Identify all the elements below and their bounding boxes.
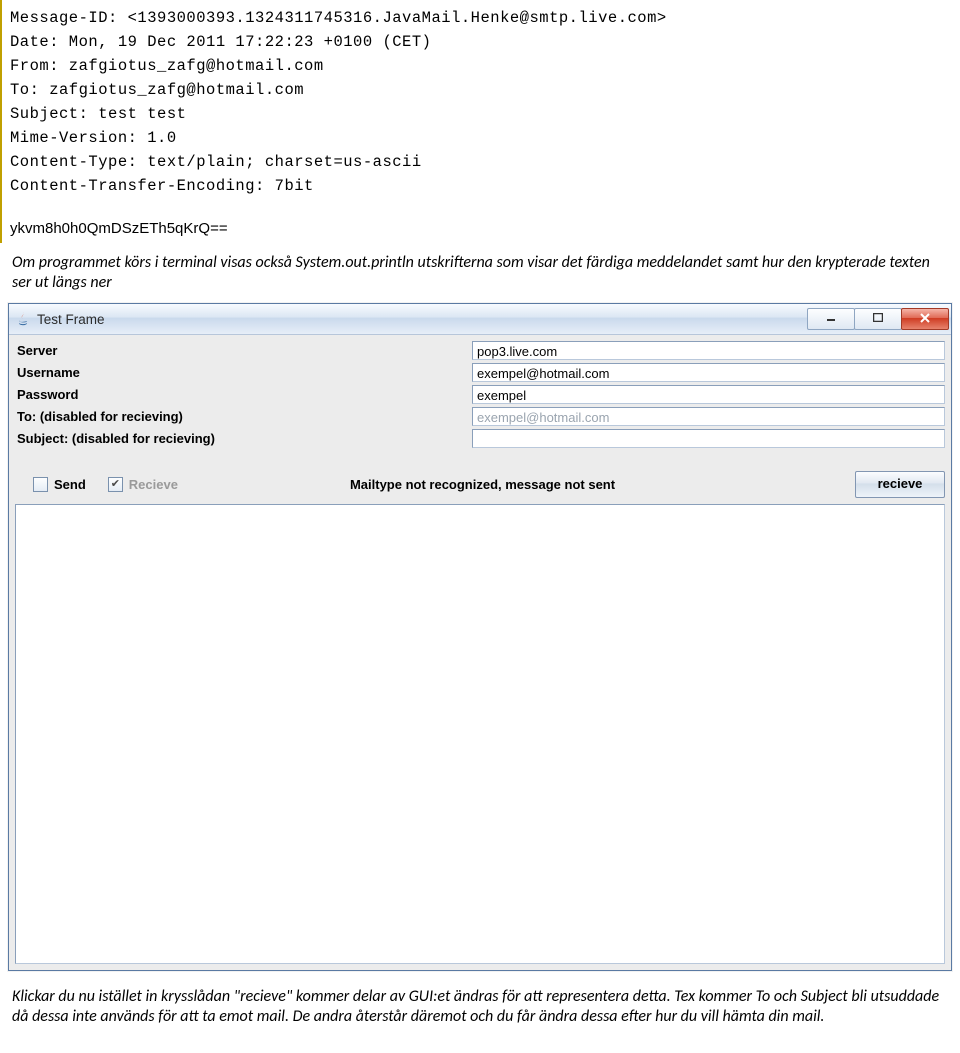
header-content-type: Content-Type: text/plain; charset=us-asc… — [10, 150, 952, 174]
send-checkbox[interactable] — [33, 477, 48, 492]
server-input[interactable]: pop3.live.com — [472, 341, 945, 360]
to-input: exempel@hotmail.com — [472, 407, 945, 426]
document-paragraph-1: Om programmet körs i terminal visas ocks… — [0, 243, 960, 293]
subject-input — [472, 429, 945, 448]
test-frame-window: Test Frame — [8, 303, 952, 971]
username-label: Username — [15, 365, 472, 380]
server-label: Server — [15, 343, 472, 358]
form-area: Server pop3.live.com Username exempel@ho… — [9, 335, 951, 449]
header-date: Date: Mon, 19 Dec 2011 17:22:23 +0100 (C… — [10, 30, 952, 54]
document-paragraph-2: Klickar du nu istället in krysslådan "re… — [0, 971, 960, 1035]
titlebar: Test Frame — [9, 304, 951, 335]
header-message-id: Message-ID: <1393000393.1324311745316.Ja… — [10, 6, 952, 30]
header-content-transfer-encoding: Content-Transfer-Encoding: 7bit — [10, 174, 952, 198]
recieve-checkbox-label: Recieve — [129, 477, 178, 492]
password-input[interactable]: exempel — [472, 385, 945, 404]
maximize-icon — [873, 313, 883, 325]
close-icon — [920, 312, 930, 326]
header-mime: Mime-Version: 1.0 — [10, 126, 952, 150]
window-close-button[interactable] — [901, 308, 949, 330]
status-message: Mailtype not recognized, message not sen… — [200, 477, 855, 492]
recieve-checkbox[interactable]: ✔ — [108, 477, 123, 492]
java-icon — [15, 311, 31, 327]
raw-email-headers: Message-ID: <1393000393.1324311745316.Ja… — [0, 0, 960, 220]
header-subject: Subject: test test — [10, 102, 952, 126]
subject-label: Subject: (disabled for recieving) — [15, 431, 472, 446]
to-label: To: (disabled for recieving) — [15, 409, 472, 424]
header-to: To: zafgiotus_zafg@hotmail.com — [10, 78, 952, 102]
header-from: From: zafgiotus_zafg@hotmail.com — [10, 54, 952, 78]
password-label: Password — [15, 387, 472, 402]
username-input[interactable]: exempel@hotmail.com — [472, 363, 945, 382]
controls-row: Send ✔ Recieve Mailtype not recognized, … — [9, 449, 951, 504]
window-title: Test Frame — [37, 312, 808, 327]
send-checkbox-label: Send — [54, 477, 86, 492]
encoded-line: ykvm8h0h0QmDSzETh5qKrQ== — [10, 220, 952, 237]
window-minimize-button[interactable] — [807, 308, 855, 330]
message-textarea[interactable] — [15, 504, 945, 964]
checkmark-icon: ✔ — [111, 479, 120, 490]
recieve-button[interactable]: recieve — [855, 471, 945, 498]
encoded-body: ykvm8h0h0QmDSzETh5qKrQ== — [0, 220, 960, 243]
window-maximize-button[interactable] — [854, 308, 902, 330]
minimize-icon — [826, 313, 836, 325]
